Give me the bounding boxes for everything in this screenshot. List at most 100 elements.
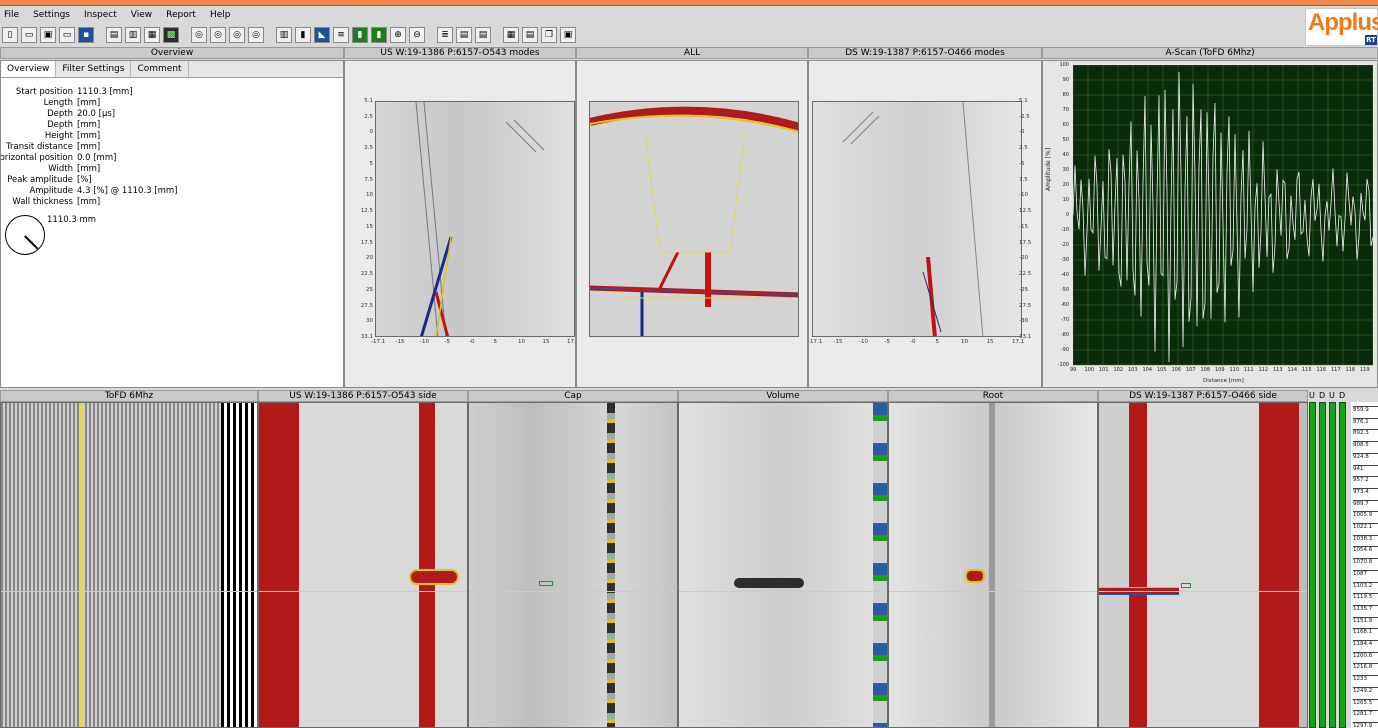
list-icon[interactable]: ≣ xyxy=(437,27,453,43)
tab-comment[interactable]: Comment xyxy=(131,61,189,77)
lateral-tick: 5 xyxy=(935,339,940,345)
open-folder-icon[interactable]: ▭ xyxy=(21,27,37,43)
target-icon[interactable]: ◎ xyxy=(191,27,207,43)
depth-tick: 30 xyxy=(366,318,373,325)
position-tick: 1070.8 xyxy=(1353,558,1378,565)
depth-tick: -25 xyxy=(1019,286,1028,293)
ds-modes-bscan[interactable] xyxy=(812,101,1022,337)
menu-report[interactable]: Report xyxy=(166,10,196,20)
all-bscan[interactable] xyxy=(589,101,799,337)
columns-icon[interactable]: ▮ xyxy=(295,27,311,43)
depth-tick: 2.5 xyxy=(1019,145,1028,152)
depth-tick: -10 xyxy=(1019,192,1028,199)
target-2-icon[interactable]: ◎ xyxy=(210,27,226,43)
ascan-panel[interactable]: 100 90 80 70 60 50 40 30 20 10 0 -10 -20 -30 -40 -50 -60… xyxy=(1042,60,1378,388)
volume-title: Volume xyxy=(678,390,888,402)
us-modes-bscan[interactable] xyxy=(375,101,575,337)
document-icon[interactable]: ▥ xyxy=(125,27,141,43)
lateral-tick: -0 xyxy=(910,339,916,345)
position-tick: 1249.2 xyxy=(1353,686,1378,694)
ascan-x-label: Distance [mm] xyxy=(1203,378,1244,384)
ascan-y-tick: 20 xyxy=(1062,182,1069,188)
lateral-tick: 15 xyxy=(542,339,550,345)
target-4-icon[interactable]: ◎ xyxy=(248,27,264,43)
zoom-out-icon[interactable]: ⊖ xyxy=(409,27,425,43)
copy-icon[interactable]: ❐ xyxy=(541,27,557,43)
menu-inspect[interactable]: Inspect xyxy=(84,10,117,20)
bars-icon[interactable]: ▮ xyxy=(352,27,368,43)
root-scan[interactable] xyxy=(888,402,1098,728)
overview-row-label: Amplitude xyxy=(29,186,73,196)
tab-filter-settings[interactable]: Filter Settings xyxy=(56,61,132,77)
lateral-tick: 17.1 xyxy=(1012,339,1025,345)
logo-text: Applus xyxy=(1308,9,1378,36)
depth-tick: 5.1 xyxy=(1019,98,1028,104)
ascan-x-tick: 99 xyxy=(1070,367,1077,373)
menu-help[interactable]: Help xyxy=(210,10,231,20)
calendar-icon[interactable]: ▦ xyxy=(503,27,519,43)
overview-row: Transit distance [mm] xyxy=(1,142,343,153)
overview-row: Depth [mm] xyxy=(1,120,343,131)
us-side-scan[interactable] xyxy=(258,402,468,728)
overview-row-value: [mm] xyxy=(77,98,101,108)
all-panel[interactable] xyxy=(576,60,808,388)
cap-scan[interactable] xyxy=(468,402,678,728)
ascan-y-tick: -10 xyxy=(1060,227,1069,233)
table-2-icon[interactable]: ▤ xyxy=(475,27,491,43)
position-tick: 924.8 xyxy=(1353,452,1378,460)
overview-row-label: Start position xyxy=(15,87,73,97)
ud-label-3: U xyxy=(1329,391,1335,400)
depth-tick: 5 xyxy=(369,160,374,167)
overview-row: Horizontal position 0.0 [mm] xyxy=(1,153,343,164)
ascan-y-tick: -50 xyxy=(1060,287,1069,293)
position-gauge-icon xyxy=(5,215,45,255)
overview-row-label: Depth xyxy=(47,120,73,130)
image-icon[interactable]: ▦ xyxy=(144,27,160,43)
all-title: ALL xyxy=(576,47,808,59)
us-indicator-bar xyxy=(1309,402,1316,728)
position-tick: 1297.9 xyxy=(1353,721,1378,728)
title-bar xyxy=(0,0,1378,6)
ds-modes-panel[interactable]: 5.1 -2.5 -0 2.5 -5 7.5 -10 12.5 -15 17.5 -20 22.5 -2… xyxy=(808,60,1042,388)
depth-tick: 22.5 xyxy=(1019,271,1032,278)
tab-overview[interactable]: Overview xyxy=(1,61,57,77)
cap-title: Cap xyxy=(468,390,678,402)
position-tick: 989.7 xyxy=(1353,499,1378,507)
open-icon[interactable]: ▭ xyxy=(59,27,75,43)
print-icon[interactable]: ▤ xyxy=(106,27,122,43)
save-disk-icon[interactable]: ▪ xyxy=(78,27,94,43)
gauge-value: 1110.3 mm xyxy=(47,215,97,225)
volume-scan[interactable] xyxy=(678,402,888,728)
chart-icon[interactable]: ◣ xyxy=(314,27,330,43)
overview-row: Length [mm] xyxy=(1,98,343,109)
ascan-y-tick: 50 xyxy=(1062,137,1069,143)
scan-icon[interactable]: ▩ xyxy=(163,27,179,43)
grid-icon[interactable]: ▥ xyxy=(276,27,292,43)
report-icon[interactable]: ▤ xyxy=(522,27,538,43)
save-icon[interactable]: ▣ xyxy=(40,27,56,43)
depth-tick: 25 xyxy=(366,286,373,293)
align-icon[interactable]: ≡ xyxy=(333,27,349,43)
ascan-x-tick: 108 xyxy=(1200,367,1211,373)
us-modes-panel[interactable]: 5.1 2.5 0 2.5 5 7.5 10 12.5 15 17.5 20 22.5 25 27.5 30… xyxy=(344,60,576,388)
ascan-x-tick: 115 xyxy=(1302,367,1312,373)
overview-row-value: 20.0 [µs] xyxy=(77,109,116,119)
pdf-icon[interactable]: ▣ xyxy=(560,27,576,43)
ds-side-scan[interactable] xyxy=(1098,402,1308,728)
menu-file[interactable]: File xyxy=(4,10,19,20)
tofd-scan[interactable] xyxy=(0,402,258,728)
position-tick: 1151.9 xyxy=(1353,616,1378,624)
ascan-y-tick: 100 xyxy=(1059,62,1069,68)
new-file-icon[interactable]: ▯ xyxy=(2,27,18,43)
ascan-x-tick: 118 xyxy=(1345,367,1356,373)
depth-tick: 12.5 xyxy=(1019,208,1032,215)
menu-view[interactable]: View xyxy=(131,10,152,20)
zoom-in-icon[interactable]: ⊕ xyxy=(390,27,406,43)
lateral-tick: 15 xyxy=(986,339,994,345)
table-icon[interactable]: ▤ xyxy=(456,27,472,43)
menu-settings[interactable]: Settings xyxy=(33,10,70,20)
depth-tick: -5 xyxy=(1019,160,1025,167)
position-tick: 892.3 xyxy=(1353,429,1378,436)
bars-2-icon[interactable]: ▮ xyxy=(371,27,387,43)
target-3-icon[interactable]: ◎ xyxy=(229,27,245,43)
